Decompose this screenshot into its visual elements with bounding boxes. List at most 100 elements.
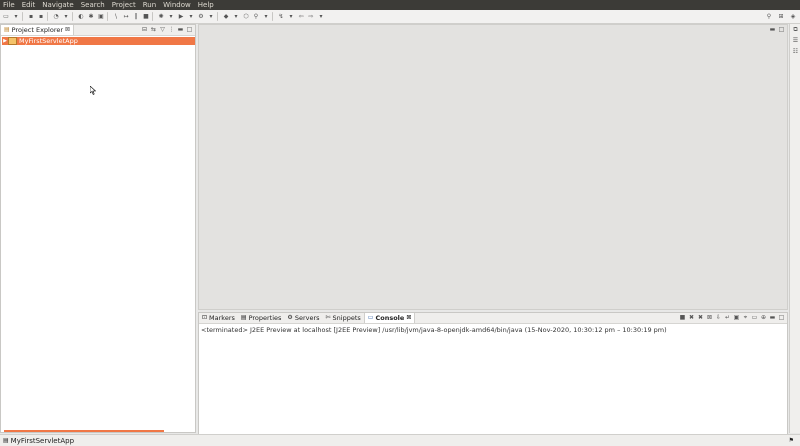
tab-properties[interactable]: ▤ Properties xyxy=(238,313,285,323)
remove-all-icon[interactable]: ✖ xyxy=(697,314,704,321)
word-wrap-icon[interactable]: ↵ xyxy=(724,314,731,321)
tab-label: Project Explorer xyxy=(11,26,64,34)
scroll-lock-icon[interactable]: ⇩ xyxy=(715,314,722,321)
status-selected-item: MyFirstServletApp xyxy=(10,436,75,445)
save-icon[interactable]: ▪ xyxy=(27,13,35,21)
filter-icon[interactable]: ▽ xyxy=(159,26,166,33)
pin-console-icon[interactable]: ⌖ xyxy=(742,314,749,321)
dropdown-icon[interactable]: ▾ xyxy=(317,13,325,21)
dropdown-icon[interactable]: ▾ xyxy=(287,13,295,21)
step-icon[interactable]: ↦ xyxy=(122,13,130,21)
editor-area[interactable]: ▬ □ xyxy=(198,24,788,310)
close-icon[interactable]: ⊠ xyxy=(406,313,411,323)
view-menu-icon[interactable]: ⋮ xyxy=(168,26,175,33)
project-icon xyxy=(8,37,17,45)
server-icon[interactable]: ◐ xyxy=(77,13,85,21)
tab-console[interactable]: ▭ Console ⊠ xyxy=(363,313,416,323)
tab-label: Servers xyxy=(294,314,320,322)
dropdown-icon[interactable]: ▾ xyxy=(62,13,70,21)
dropdown-icon[interactable]: ▾ xyxy=(187,13,195,21)
forward-icon[interactable]: ⇨ xyxy=(307,13,315,21)
minimize-icon[interactable]: ▬ xyxy=(769,314,776,321)
dropdown-icon[interactable]: ▾ xyxy=(12,13,20,21)
task-list-icon[interactable]: ☷ xyxy=(792,48,799,55)
run-icon[interactable]: ▶ xyxy=(177,13,185,21)
toolbar-separator xyxy=(72,12,73,21)
progress-bar xyxy=(4,430,164,432)
publish-icon[interactable]: ◔ xyxy=(52,13,60,21)
new-console-icon[interactable]: ⊕ xyxy=(760,314,767,321)
minimize-icon[interactable]: ▬ xyxy=(177,26,184,33)
open-perspective-icon[interactable]: ⊞ xyxy=(777,12,785,20)
search-toolbar-icon[interactable]: ⚲ xyxy=(252,13,260,21)
maximize-icon[interactable]: □ xyxy=(186,26,193,33)
menu-navigate[interactable]: Navigate xyxy=(39,0,77,10)
link-with-editor-icon[interactable]: ⇆ xyxy=(150,26,157,33)
console-view: ⊡ Markers ▤ Properties ⚙ Servers ✄ Snipp… xyxy=(198,312,788,435)
pause-icon[interactable]: ‖ xyxy=(132,13,140,21)
menu-project[interactable]: Project xyxy=(109,0,140,10)
menu-window[interactable]: Window xyxy=(160,0,195,10)
save-all-icon[interactable]: ▪ xyxy=(37,13,45,21)
dropdown-icon[interactable]: ▾ xyxy=(207,13,215,21)
menu-search[interactable]: Search xyxy=(78,0,109,10)
project-explorer-icon: ▤ xyxy=(4,26,10,33)
debug-icon[interactable]: ✱ xyxy=(87,13,95,21)
menu-file[interactable]: File xyxy=(0,0,19,10)
back-icon[interactable]: ⇦ xyxy=(297,13,305,21)
annotation-icon[interactable]: ↯ xyxy=(277,13,285,21)
menu-edit[interactable]: Edit xyxy=(19,0,40,10)
close-icon[interactable]: ⊠ xyxy=(65,25,70,35)
console-status-line: <terminated> J2EE Preview at localhost [… xyxy=(201,326,667,334)
show-on-output-icon[interactable]: ▣ xyxy=(733,314,740,321)
external-tools-icon[interactable]: ⚙ xyxy=(197,13,205,21)
console-icon: ▭ xyxy=(367,314,374,321)
search-icon[interactable]: ⚲ xyxy=(765,12,773,20)
explorer-tab-bar: ▤ Project Explorer ⊠ ⊟ ⇆ ▽ ⋮ ▬ □ xyxy=(1,25,195,36)
stop-icon[interactable]: ■ xyxy=(142,13,150,21)
dropdown-icon[interactable]: ▾ xyxy=(167,13,175,21)
new-java-class-icon[interactable]: ◆ xyxy=(222,13,230,21)
toolbar-separator xyxy=(152,12,153,21)
notification-icon[interactable]: ⚑ xyxy=(789,437,794,444)
monitor-icon[interactable]: ▣ xyxy=(97,13,105,21)
toolbar-separator xyxy=(217,12,218,21)
menu-help[interactable]: Help xyxy=(195,0,218,10)
outline-icon[interactable]: ☰ xyxy=(792,37,799,44)
tab-snippets[interactable]: ✄ Snippets xyxy=(323,313,364,323)
mouse-pointer-icon xyxy=(90,86,96,95)
clear-console-icon[interactable]: ⊠ xyxy=(706,314,713,321)
tab-markers[interactable]: ⊡ Markers xyxy=(199,313,238,323)
terminate-icon[interactable]: ■ xyxy=(679,314,686,321)
project-icon: ▤ xyxy=(3,437,9,444)
skip-breakpoints-icon[interactable]: \ xyxy=(112,13,120,21)
tab-servers[interactable]: ⚙ Servers xyxy=(284,313,322,323)
open-type-icon[interactable]: ⬡ xyxy=(242,13,250,21)
snippets-icon: ✄ xyxy=(325,314,331,321)
menu-bar: File Edit Navigate Search Project Run Wi… xyxy=(0,0,800,10)
tab-label: Snippets xyxy=(332,314,361,322)
dropdown-icon[interactable]: ▾ xyxy=(262,13,270,21)
maximize-icon[interactable]: □ xyxy=(778,314,785,321)
java-ee-perspective-icon[interactable]: ◈ xyxy=(789,12,797,20)
remove-launch-icon[interactable]: ✖ xyxy=(688,314,695,321)
tree-item-label: MyFirstServletApp xyxy=(19,37,78,45)
maximize-icon[interactable]: □ xyxy=(778,26,785,33)
minimize-icon[interactable]: ▬ xyxy=(769,26,776,33)
properties-icon: ▤ xyxy=(240,314,247,321)
display-console-icon[interactable]: ▭ xyxy=(751,314,758,321)
tab-project-explorer[interactable]: ▤ Project Explorer ⊠ xyxy=(1,25,75,35)
tab-label: Markers xyxy=(209,314,235,322)
console-tab-bar: ⊡ Markers ▤ Properties ⚙ Servers ✄ Snipp… xyxy=(199,313,787,324)
restore-icon[interactable]: ⧉ xyxy=(792,26,799,33)
dropdown-icon[interactable]: ▾ xyxy=(232,13,240,21)
markers-icon: ⊡ xyxy=(202,314,208,321)
toolbar-separator xyxy=(272,12,273,21)
tab-label: Properties xyxy=(248,314,282,322)
collapse-all-icon[interactable]: ⊟ xyxy=(141,26,148,33)
debug-run-icon[interactable]: ✺ xyxy=(157,13,165,21)
menu-run[interactable]: Run xyxy=(140,0,160,10)
tree-item-myfirstservletapp[interactable]: ▶ MyFirstServletApp xyxy=(2,37,195,45)
main-toolbar: ▭ ▾ ▪ ▪ ◔ ▾ ◐ ✱ ▣ \ ↦ ‖ ■ ✺ ▾ ▶ ▾ ⚙ ▾ ◆ … xyxy=(0,10,800,24)
new-icon[interactable]: ▭ xyxy=(2,13,10,21)
